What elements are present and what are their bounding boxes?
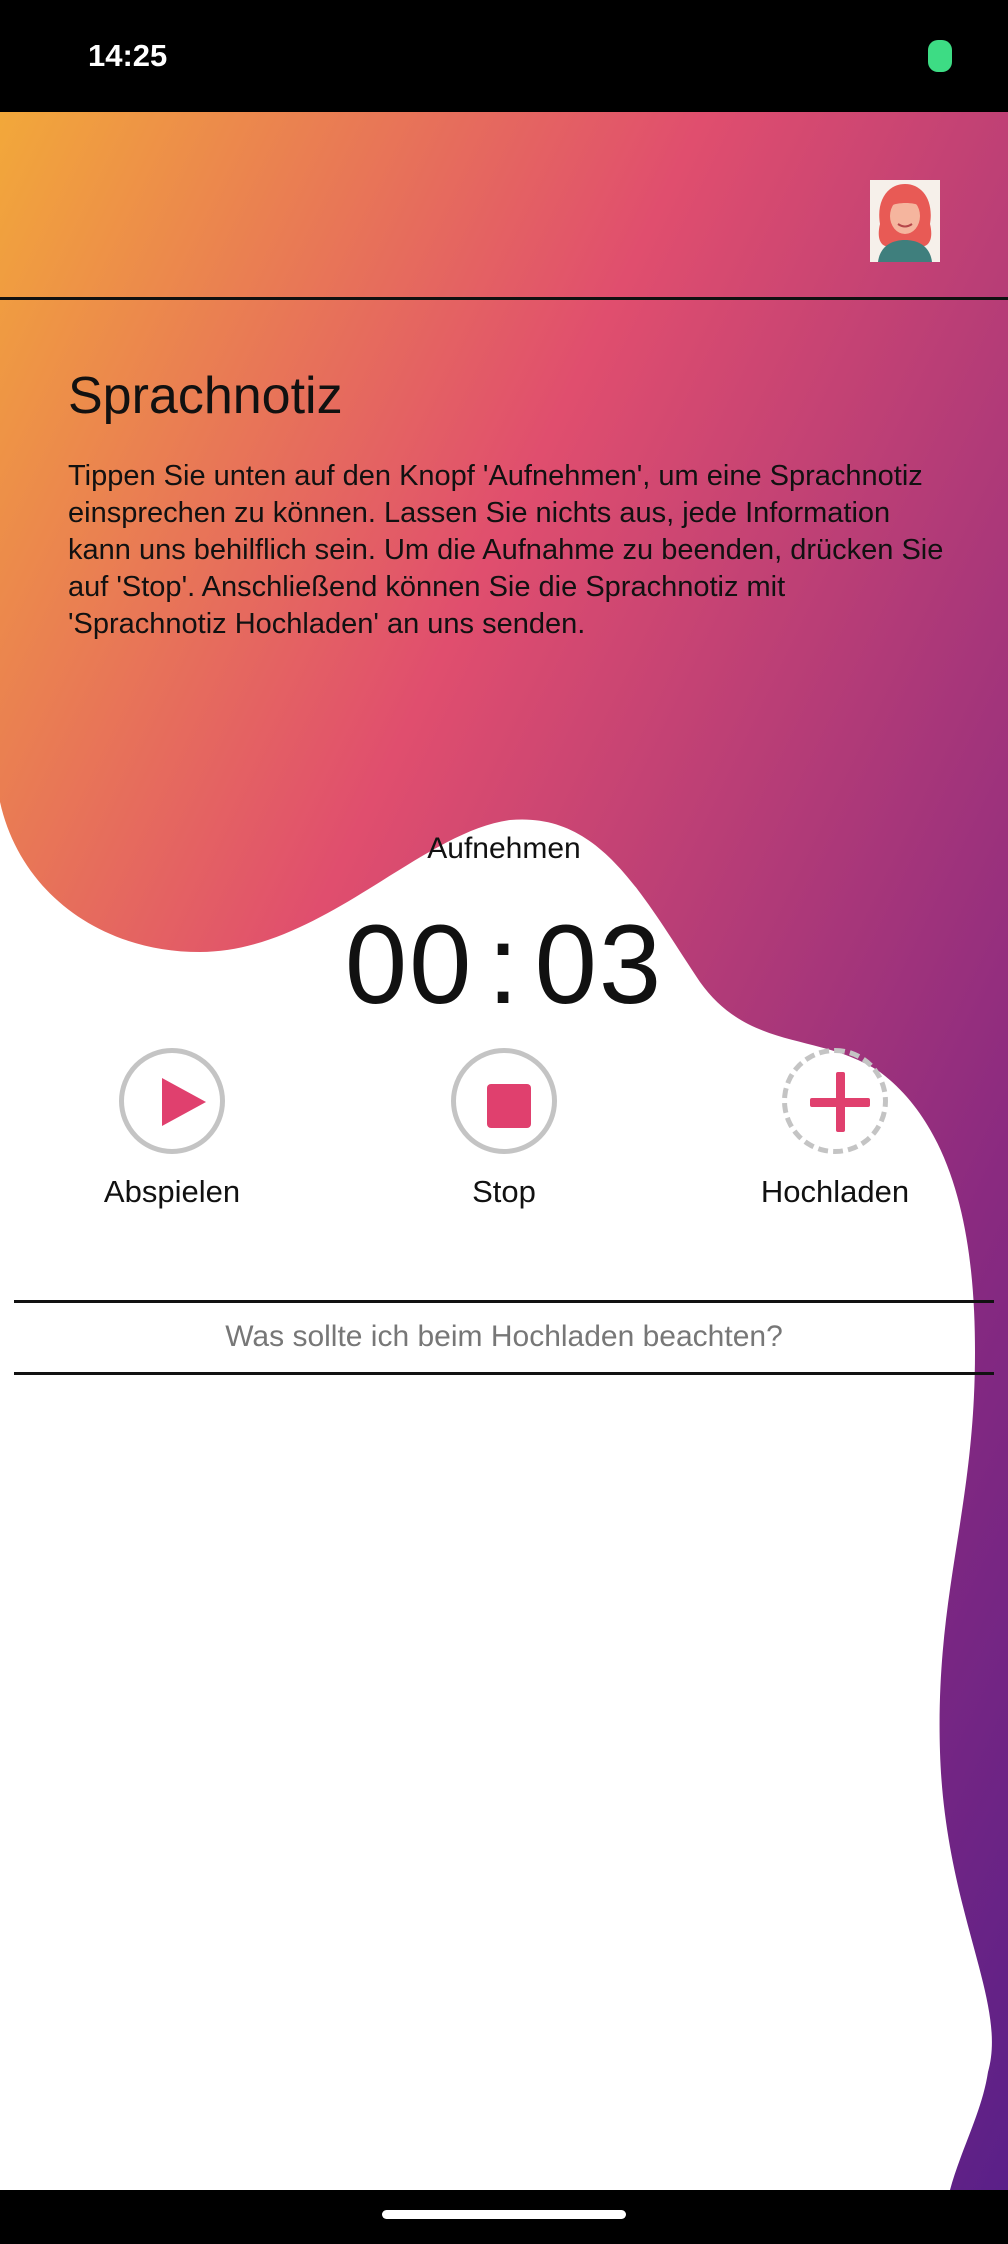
record-button-label[interactable]: Aufnehmen bbox=[0, 832, 1008, 866]
timer-separator: : bbox=[487, 902, 521, 1027]
stop-label: Stop bbox=[472, 1174, 536, 1209]
play-label: Abspielen bbox=[103, 1174, 241, 1209]
status-time: 14:25 bbox=[88, 38, 168, 73]
header-divider bbox=[0, 297, 1008, 300]
navigation-bar bbox=[0, 2190, 1008, 2244]
timer-minutes: 00 bbox=[344, 902, 474, 1027]
upload-label: Hochladen bbox=[760, 1174, 910, 1209]
instructions-text: Tippen Sie unten auf den Knopf 'Aufnehme… bbox=[68, 460, 944, 640]
plus-icon[interactable] bbox=[782, 1048, 888, 1154]
battery-indicator-icon bbox=[928, 40, 952, 72]
status-bar: 14:25 bbox=[0, 0, 1008, 112]
upload-button[interactable]: Hochladen bbox=[725, 1048, 945, 1210]
timer-seconds: 03 bbox=[534, 902, 664, 1027]
info-divider-top bbox=[14, 1300, 994, 1303]
recording-timer: 00:03 bbox=[0, 900, 1008, 1029]
upload-help-link[interactable]: Was sollte ich beim Hochladen beachten? bbox=[0, 1320, 1008, 1354]
page-title: Sprachnotiz bbox=[68, 367, 343, 425]
play-icon[interactable] bbox=[119, 1048, 225, 1154]
stop-button[interactable]: Stop bbox=[394, 1048, 614, 1210]
stop-icon[interactable] bbox=[451, 1048, 557, 1154]
home-handle[interactable] bbox=[382, 2210, 626, 2219]
user-avatar-icon[interactable] bbox=[870, 180, 940, 262]
info-divider-bottom bbox=[14, 1372, 994, 1375]
play-button[interactable]: Abspielen bbox=[62, 1048, 282, 1210]
